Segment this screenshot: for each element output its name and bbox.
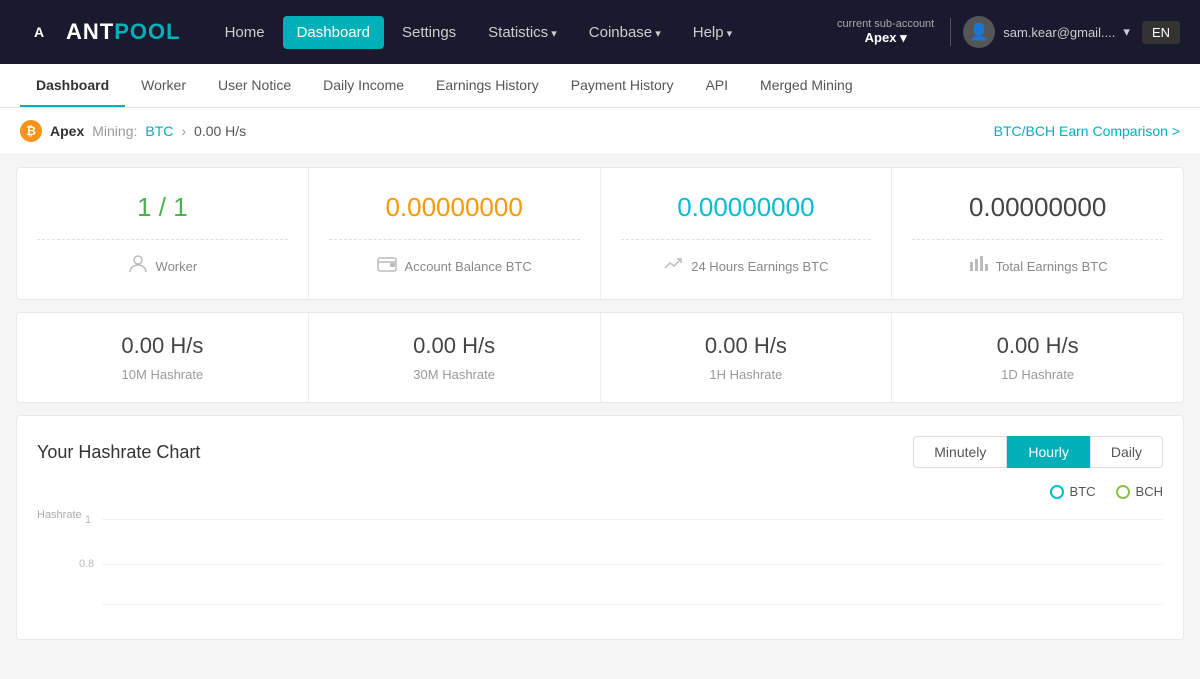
legend-bch-dot xyxy=(1116,485,1130,499)
btc-bch-comparison-link[interactable]: BTC/BCH Earn Comparison > xyxy=(994,123,1180,139)
nav-settings[interactable]: Settings xyxy=(388,16,470,49)
account-balance-label: Account Balance BTC xyxy=(329,254,580,279)
sub-account-name[interactable]: Apex ▾ xyxy=(837,30,934,46)
account-balance-value: 0.00000000 xyxy=(329,192,580,223)
sub-nav-user-notice[interactable]: User Notice xyxy=(202,65,307,107)
user-email: sam.kear@gmail.... xyxy=(1003,25,1115,40)
sub-nav-earnings-history[interactable]: Earnings History xyxy=(420,65,555,107)
24h-earnings-value: 0.00000000 xyxy=(621,192,872,223)
breadcrumb-chevron: › xyxy=(181,123,186,139)
stat-total-earnings: 0.00000000 Total Earnings BTC xyxy=(892,168,1183,299)
hashrate-1d-label: 1D Hashrate xyxy=(912,367,1163,382)
sub-nav-worker[interactable]: Worker xyxy=(125,65,202,107)
chart-header: Your Hashrate Chart Minutely Hourly Dail… xyxy=(37,436,1163,468)
nav-coinbase[interactable]: Coinbase xyxy=(575,16,675,49)
y-value-1: 1 xyxy=(85,514,91,526)
sub-nav-daily-income[interactable]: Daily Income xyxy=(307,65,420,107)
logo[interactable]: A ANTPOOL xyxy=(20,13,181,51)
worker-label: Worker xyxy=(37,254,288,279)
bar-chart-icon xyxy=(968,254,988,279)
chart-title: Your Hashrate Chart xyxy=(37,442,200,463)
y-axis-label: Hashrate xyxy=(37,509,82,521)
nav-home[interactable]: Home xyxy=(211,16,279,49)
worker-icon xyxy=(128,254,148,279)
stat-account-balance: 0.00000000 Account Balance BTC xyxy=(309,168,601,299)
logo-icon: A xyxy=(20,13,58,51)
hashrate-1d: 0.00 H/s 1D Hashrate xyxy=(892,313,1183,402)
24h-earnings-label: 24 Hours Earnings BTC xyxy=(621,254,872,279)
hashrate-1d-value: 0.00 H/s xyxy=(912,333,1163,359)
chart-legend: BTC BCH xyxy=(37,484,1163,499)
stat-24h-earnings: 0.00000000 24 Hours Earnings BTC xyxy=(601,168,893,299)
nav-right: current sub-account Apex ▾ 👤 sam.kear@gm… xyxy=(837,16,1180,48)
legend-btc-label: BTC xyxy=(1070,484,1096,499)
hashrate-10m-value: 0.00 H/s xyxy=(37,333,288,359)
y-value-08: 0.8 xyxy=(79,558,94,570)
chart-area: Hashrate 1 0.8 xyxy=(37,509,1163,619)
hashrate-30m: 0.00 H/s 30M Hashrate xyxy=(309,313,601,402)
stats-container: 1 / 1 Worker 0.00000000 Account Balance … xyxy=(16,167,1184,300)
chart-btn-hourly[interactable]: Hourly xyxy=(1007,436,1089,468)
user-dropdown-icon: ▾ xyxy=(1123,24,1130,40)
user-info[interactable]: 👤 sam.kear@gmail.... ▾ xyxy=(963,16,1130,48)
svg-text:A: A xyxy=(34,24,44,40)
apex-label: Apex xyxy=(50,123,84,139)
legend-btc-dot xyxy=(1050,485,1064,499)
legend-btc: BTC xyxy=(1050,484,1096,499)
avatar: 👤 xyxy=(963,16,995,48)
total-earnings-value: 0.00000000 xyxy=(912,192,1163,223)
chart-controls: Minutely Hourly Daily xyxy=(913,436,1163,468)
nav-help[interactable]: Help xyxy=(679,16,746,49)
sub-navigation: Dashboard Worker User Notice Daily Incom… xyxy=(0,64,1200,108)
nav-dashboard[interactable]: Dashboard xyxy=(283,16,384,49)
nav-statistics[interactable]: Statistics xyxy=(474,16,571,49)
language-button[interactable]: EN xyxy=(1142,21,1180,44)
chart-btn-daily[interactable]: Daily xyxy=(1090,436,1163,468)
hashrate-1h: 0.00 H/s 1H Hashrate xyxy=(601,313,893,402)
hashrate-display: 0.00 H/s xyxy=(194,123,246,139)
total-earnings-label: Total Earnings BTC xyxy=(912,254,1163,279)
hashrate-10m: 0.00 H/s 10M Hashrate xyxy=(17,313,309,402)
chart-up-icon xyxy=(663,254,683,279)
breadcrumb: ₿ Apex Mining: BTC › 0.00 H/s BTC/BCH Ea… xyxy=(0,108,1200,155)
legend-bch: BCH xyxy=(1116,484,1163,499)
hashrate-container: 0.00 H/s 10M Hashrate 0.00 H/s 30M Hashr… xyxy=(16,312,1184,403)
btc-link[interactable]: BTC xyxy=(145,123,173,139)
top-navigation: A ANTPOOL Home Dashboard Settings Statis… xyxy=(0,0,1200,64)
hashrate-30m-value: 0.00 H/s xyxy=(329,333,580,359)
sub-nav-payment-history[interactable]: Payment History xyxy=(555,65,690,107)
btc-icon: ₿ xyxy=(20,120,42,142)
logo-text: ANTPOOL xyxy=(66,19,181,45)
sub-account-info: current sub-account Apex ▾ xyxy=(837,18,951,46)
sub-account-label: current sub-account xyxy=(837,18,934,30)
sub-nav-dashboard[interactable]: Dashboard xyxy=(20,65,125,107)
chart-svg xyxy=(102,509,1163,619)
nav-links: Home Dashboard Settings Statistics Coinb… xyxy=(211,16,837,49)
mining-label: Mining: xyxy=(92,123,137,139)
worker-value: 1 / 1 xyxy=(37,192,288,223)
chart-section: Your Hashrate Chart Minutely Hourly Dail… xyxy=(16,415,1184,640)
stat-worker: 1 / 1 Worker xyxy=(17,168,309,299)
hashrate-1h-value: 0.00 H/s xyxy=(621,333,872,359)
chart-btn-minutely[interactable]: Minutely xyxy=(913,436,1007,468)
sub-nav-merged-mining[interactable]: Merged Mining xyxy=(744,65,869,107)
wallet-icon xyxy=(377,254,397,279)
hashrate-30m-label: 30M Hashrate xyxy=(329,367,580,382)
hashrate-10m-label: 10M Hashrate xyxy=(37,367,288,382)
hashrate-1h-label: 1H Hashrate xyxy=(621,367,872,382)
sub-nav-api[interactable]: API xyxy=(689,65,744,107)
legend-bch-label: BCH xyxy=(1136,484,1163,499)
